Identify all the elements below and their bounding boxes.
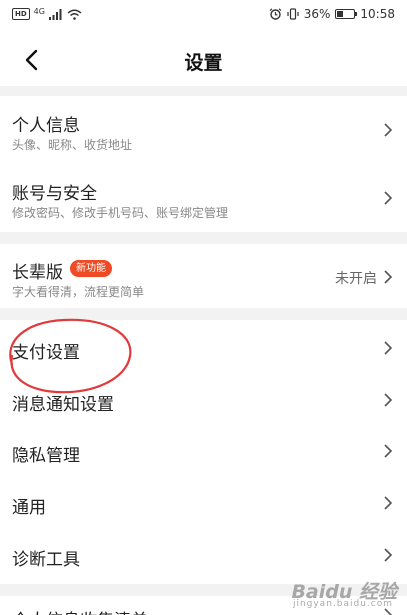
elder-mode-status: 未开启 [335,271,377,287]
row-title: 个人信息收集清单 [12,606,148,615]
signal-icon [48,8,62,20]
nav-header: 设置 [0,32,407,86]
settings-group-account: 个人信息 头像、昵称、收货地址 账号与安全 修改密码、修改手机号码、账号绑定管理 [0,96,407,232]
battery-icon [335,9,358,19]
chevron-right-icon [384,444,393,458]
battery-fill [337,11,344,17]
row-subtitle: 字大看得清，流程更简单 [12,285,145,299]
battery-percent: 36% [303,7,331,21]
row-title: 诊断工具 [12,550,80,570]
chevron-right-icon [384,341,393,355]
settings-row-elder-mode[interactable]: 长辈版 新功能 字大看得清，流程更简单 未开启 [0,244,407,308]
chevron-right-icon [384,548,393,562]
row-subtitle: 修改密码、修改手机号码、账号绑定管理 [12,206,229,220]
status-bar: HD 4G 36% 10:58 [0,0,407,32]
settings-row-account-security[interactable]: 账号与安全 修改密码、修改手机号码、账号绑定管理 [0,164,407,232]
clock-time: 10:58 [360,7,395,21]
row-title: 账号与安全 [12,184,97,204]
settings-row-payment[interactable]: 支付设置 [0,320,407,374]
vibrate-icon [287,8,299,20]
row-title: 通用 [12,498,46,518]
status-right: 36% 10:58 [269,7,395,21]
row-subtitle: 头像、昵称、收货地址 [12,138,133,152]
chevron-right-icon [384,191,393,205]
new-feature-badge: 新功能 [70,260,112,277]
wifi-icon [67,9,82,20]
baidu-watermark: Baidu 经验 jingyan.baidu.com [289,577,399,611]
hd-badge: HD [12,8,30,20]
settings-group-elder: 长辈版 新功能 字大看得清，流程更简单 未开启 [0,244,407,308]
chevron-right-icon [384,123,393,137]
settings-row-general[interactable]: 通用 [0,477,407,529]
chevron-right-icon [384,393,393,407]
settings-row-privacy[interactable]: 隐私管理 [0,425,407,477]
row-title: 个人信息 [12,116,80,136]
page-title: 设置 [184,52,223,74]
settings-row-notifications[interactable]: 消息通知设置 [0,374,407,425]
network-type: 4G [33,6,45,16]
settings-row-diagnostics[interactable]: 诊断工具 [0,529,407,584]
settings-row-personal-info[interactable]: 个人信息 头像、昵称、收货地址 [0,96,407,164]
row-title: 支付设置 [12,343,80,363]
row-title: 隐私管理 [12,446,80,466]
chevron-right-icon [384,496,393,510]
row-title: 消息通知设置 [12,395,114,415]
row-title: 长辈版 [12,263,63,283]
settings-group-general: 支付设置 消息通知设置 隐私管理 通用 诊断工具 [0,320,407,584]
status-left: HD 4G [12,6,82,20]
watermark-url: jingyan.baidu.com [292,599,393,609]
chevron-right-icon [384,270,393,284]
alarm-icon [269,8,282,20]
